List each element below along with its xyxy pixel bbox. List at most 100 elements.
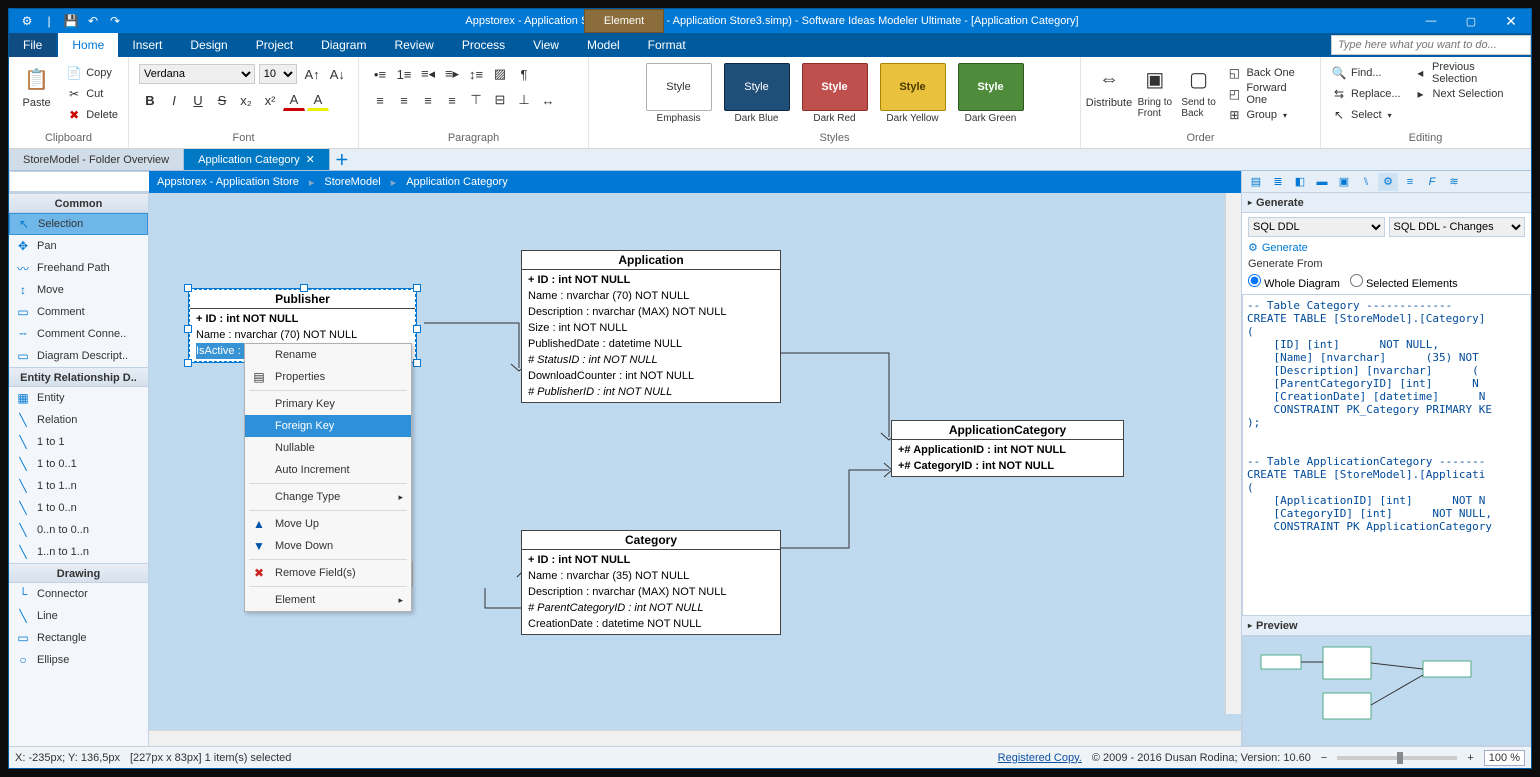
tool-connector[interactable]: └Connector: [9, 583, 148, 605]
shading-button[interactable]: ▨: [489, 63, 511, 85]
tool-entity[interactable]: ▦Entity: [9, 387, 148, 409]
add-tab-button[interactable]: ＋: [330, 149, 354, 170]
breadcrumb-0[interactable]: Appstorex - Application Store: [157, 176, 299, 188]
grow-font-button[interactable]: A↑: [301, 63, 322, 85]
align-center-button[interactable]: ≡: [393, 89, 415, 111]
toolgroup-common[interactable]: Common: [9, 193, 148, 213]
undo-icon[interactable]: ↶: [85, 13, 101, 29]
preview-panel-header[interactable]: ▸Preview: [1242, 616, 1531, 636]
generate-mode-select[interactable]: SQL DDL - Changes: [1389, 217, 1526, 237]
resize-handle[interactable]: [184, 284, 192, 292]
tool-relation[interactable]: ╲Relation: [9, 409, 148, 431]
tool-selection[interactable]: ↖Selection: [9, 213, 148, 235]
cut-button[interactable]: ✂Cut: [62, 84, 122, 104]
close-button[interactable]: ✕: [1491, 9, 1531, 33]
align-right-button[interactable]: ≡: [417, 89, 439, 111]
toolgroup-drawing[interactable]: Drawing: [9, 563, 148, 583]
publisher-row-id[interactable]: + ID : int NOT NULL: [196, 311, 409, 327]
resize-handle[interactable]: [184, 325, 192, 333]
tool-line[interactable]: ╲Line: [9, 605, 148, 627]
entity-application[interactable]: Application + ID : int NOT NULL Name : n…: [521, 250, 781, 403]
radio-whole-diagram[interactable]: Whole Diagram: [1248, 274, 1340, 290]
minimize-button[interactable]: —: [1411, 9, 1451, 33]
delete-button[interactable]: ✖Delete: [62, 105, 122, 125]
superscript-button[interactable]: x²: [259, 89, 281, 111]
canvas-scrollbar-h[interactable]: [149, 730, 1241, 746]
tab-file[interactable]: File: [9, 33, 56, 57]
resize-handle[interactable]: [413, 284, 421, 292]
ctx-move-down[interactable]: ▼Move Down: [245, 535, 411, 557]
underline-button[interactable]: U: [187, 89, 209, 111]
valign-middle-button[interactable]: ⊟: [489, 89, 511, 111]
ctx-element[interactable]: Element▸: [245, 589, 411, 611]
generate-type-select[interactable]: SQL DDL: [1248, 217, 1385, 237]
copy-button[interactable]: 📄Copy: [62, 63, 122, 83]
entity-appcategory[interactable]: ApplicationCategory +# ApplicationID : i…: [891, 420, 1124, 477]
forward-one-button[interactable]: ◰Forward One: [1222, 84, 1314, 104]
ctx-nullable[interactable]: Nullable: [245, 437, 411, 459]
entity-category[interactable]: Category + ID : int NOT NULL Name : nvar…: [521, 530, 781, 635]
style-darkred[interactable]: Style: [802, 63, 868, 111]
prev-selection-button[interactable]: ◂Previous Selection: [1409, 63, 1524, 83]
ctx-foreign-key[interactable]: Foreign Key: [245, 415, 411, 437]
replace-button[interactable]: ⇆Replace...: [1327, 84, 1405, 104]
subscript-button[interactable]: x₂: [235, 89, 257, 111]
ctx-move-up[interactable]: ▲Move Up: [245, 513, 411, 535]
redo-icon[interactable]: ↷: [107, 13, 123, 29]
tab-review[interactable]: Review: [380, 33, 447, 57]
ctx-auto-increment[interactable]: Auto Increment: [245, 459, 411, 481]
zoom-minus-button[interactable]: −: [1321, 752, 1327, 764]
distribute-button[interactable]: ⇔Distribute: [1087, 63, 1131, 109]
generate-button[interactable]: ⚙Generate: [1248, 241, 1525, 254]
send-back-button[interactable]: ▢Send to Back: [1179, 63, 1219, 119]
doctab-storemodel[interactable]: StoreModel - Folder Overview: [9, 149, 184, 170]
font-family-select[interactable]: Verdana: [139, 64, 255, 84]
shrink-font-button[interactable]: A↓: [327, 63, 348, 85]
style-darkblue[interactable]: Style: [724, 63, 790, 111]
save-icon[interactable]: 💾: [63, 13, 79, 29]
tool-comment-conn[interactable]: ╌Comment Conne..: [9, 323, 148, 345]
rp-icon-7[interactable]: ⚙: [1378, 173, 1398, 191]
strikethrough-button[interactable]: S: [211, 89, 233, 111]
tab-process[interactable]: Process: [448, 33, 519, 57]
preview-canvas[interactable]: [1242, 636, 1531, 746]
context-tab-element[interactable]: Element: [584, 9, 664, 33]
back-one-button[interactable]: ◱Back One: [1222, 63, 1314, 83]
valign-top-button[interactable]: ⊤: [465, 89, 487, 111]
rp-icon-9[interactable]: F: [1422, 173, 1442, 191]
tab-model[interactable]: Model: [573, 33, 634, 57]
pilcrow-button[interactable]: ¶: [513, 63, 535, 85]
ctx-change-type[interactable]: Change Type▸: [245, 486, 411, 508]
close-tab-icon[interactable]: ✕: [306, 153, 315, 166]
ctx-primary-key[interactable]: Primary Key: [245, 393, 411, 415]
select-button[interactable]: ↖Select▾: [1327, 105, 1405, 125]
ctx-rename[interactable]: Rename: [245, 344, 411, 366]
tool-ellipse[interactable]: ○Ellipse: [9, 649, 148, 671]
font-size-select[interactable]: 10: [259, 64, 298, 84]
outdent-button[interactable]: ≡◂: [417, 63, 439, 85]
doctab-appcategory[interactable]: Application Category✕: [184, 149, 330, 170]
breadcrumb-2[interactable]: Application Category: [406, 176, 508, 188]
toolgroup-erd[interactable]: Entity Relationship D..: [9, 367, 148, 387]
justify-button[interactable]: ≡: [441, 89, 463, 111]
toolbox-search-input[interactable]: [9, 171, 161, 192]
indent-button[interactable]: ≡▸: [441, 63, 463, 85]
rp-icon-10[interactable]: ≋: [1444, 173, 1464, 191]
style-emphasis[interactable]: Style: [646, 63, 712, 111]
tool-rectangle[interactable]: ▭Rectangle: [9, 627, 148, 649]
italic-button[interactable]: I: [163, 89, 185, 111]
group-button[interactable]: ⊞Group▾: [1222, 105, 1314, 125]
tool-diagram-desc[interactable]: ▭Diagram Descript..: [9, 345, 148, 367]
rp-icon-5[interactable]: ▣: [1334, 173, 1354, 191]
zoom-plus-button[interactable]: +: [1467, 752, 1473, 764]
zoom-value[interactable]: 100 %: [1484, 750, 1525, 766]
valign-bottom-button[interactable]: ⊥: [513, 89, 535, 111]
ctx-remove-fields[interactable]: ✖Remove Field(s): [245, 562, 411, 584]
rp-icon-8[interactable]: ≡: [1400, 173, 1420, 191]
tab-view[interactable]: View: [519, 33, 573, 57]
tool-1to0n[interactable]: ╲1 to 0..n: [9, 497, 148, 519]
autofit-button[interactable]: ↔: [537, 89, 559, 111]
bullets-button[interactable]: •≡: [369, 63, 391, 85]
tab-project[interactable]: Project: [242, 33, 307, 57]
rp-icon-1[interactable]: ▤: [1246, 173, 1266, 191]
